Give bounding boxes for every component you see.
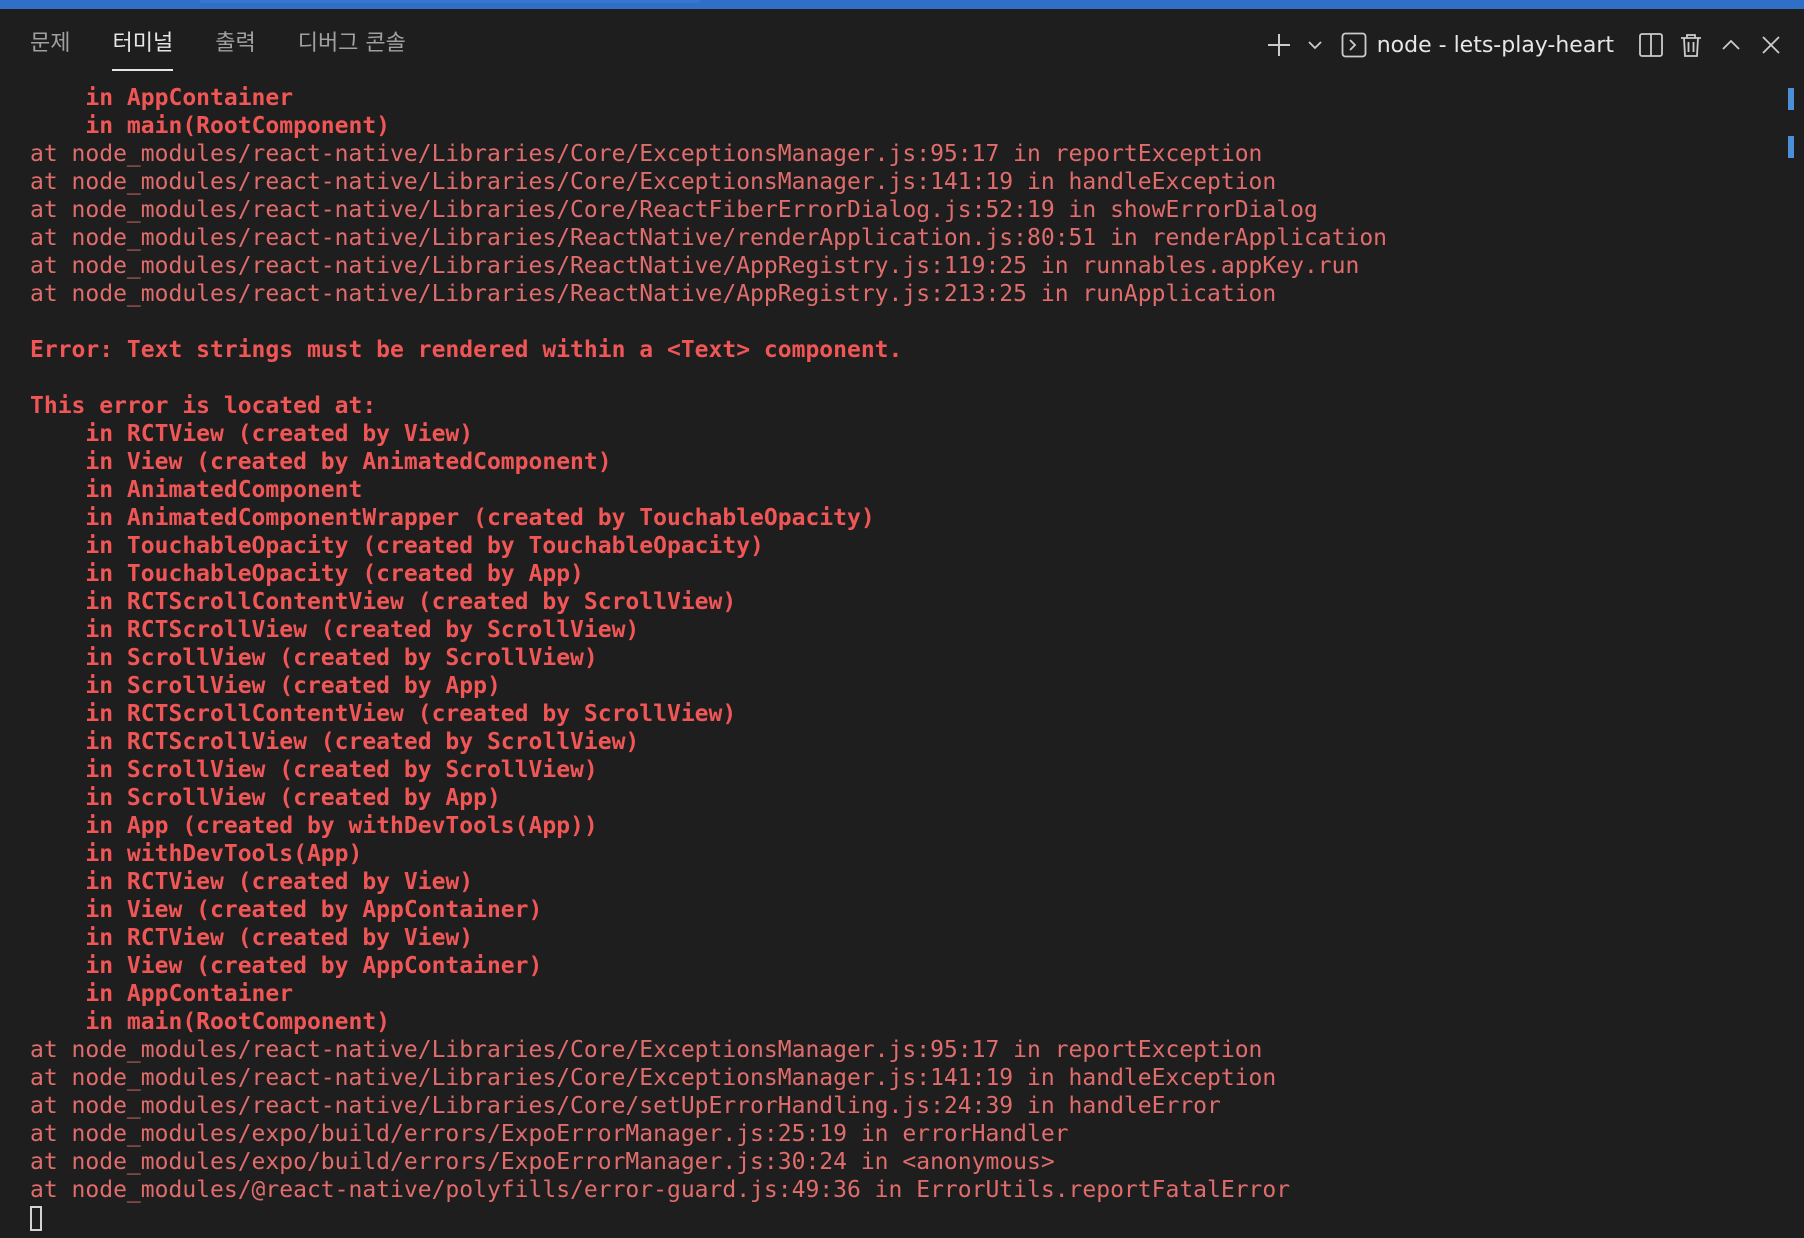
plus-icon bbox=[1267, 34, 1290, 56]
scrollbar[interactable] bbox=[1788, 84, 1796, 1238]
error-line: in RCTView (created by View) bbox=[30, 869, 474, 895]
stack-trace-line: at node_modules/react-native/Libraries/C… bbox=[30, 1065, 1277, 1091]
error-line: in ScrollView (created by ScrollView) bbox=[30, 645, 598, 671]
error-line: in ScrollView (created by App) bbox=[30, 785, 501, 811]
scrollbar-marker bbox=[1788, 136, 1794, 158]
stack-trace-line: at node_modules/react-native/Libraries/C… bbox=[30, 141, 1263, 167]
stack-trace-line: at node_modules/react-native/Libraries/C… bbox=[30, 1037, 1263, 1063]
error-line: This error is located at: bbox=[30, 393, 377, 419]
error-line: in RCTView (created by View) bbox=[30, 925, 474, 951]
terminal-dropdown-button[interactable] bbox=[1307, 37, 1323, 53]
split-icon bbox=[1639, 33, 1663, 57]
error-line: in App (created by withDevTools(App)) bbox=[30, 813, 598, 839]
stack-trace-line: at node_modules/react-native/Libraries/C… bbox=[30, 197, 1318, 223]
stack-trace-line: at node_modules/react-native/Libraries/C… bbox=[30, 169, 1277, 195]
terminal-lines: in AppContainer in main(RootComponent) at… bbox=[30, 84, 1770, 1204]
error-line: in ScrollView (created by ScrollView) bbox=[30, 757, 598, 783]
error-line: in RCTView (created by View) bbox=[30, 421, 474, 447]
terminal-output[interactable]: in AppContainer in main(RootComponent) at… bbox=[30, 84, 1770, 1238]
terminal-prompt-line bbox=[30, 1204, 1770, 1232]
terminal-cursor bbox=[30, 1206, 42, 1231]
error-line: in View (created by AppContainer) bbox=[30, 953, 543, 979]
error-line: in AnimatedComponent bbox=[30, 477, 363, 503]
stack-trace-line: at node_modules/react-native/Libraries/R… bbox=[30, 225, 1388, 251]
error-line: in AppContainer bbox=[30, 85, 294, 111]
accent-overlay bbox=[200, 0, 700, 3]
terminal-selector[interactable]: node - lets-play-heart bbox=[1341, 32, 1614, 58]
error-line: in main(RootComponent) bbox=[30, 1009, 391, 1035]
new-terminal-button[interactable] bbox=[1265, 31, 1293, 59]
panel-tabs: 문제 터미널 출력 디버그 콘솔 bbox=[30, 9, 406, 81]
terminal-title: node - lets-play-heart bbox=[1376, 32, 1614, 58]
trash-icon bbox=[1681, 34, 1701, 57]
error-line: in RCTScrollView (created by ScrollView) bbox=[30, 617, 640, 643]
panel-actions: node - lets-play-heart bbox=[1265, 9, 1784, 81]
panel-header: 문제 터미널 출력 디버그 콘솔 node - lets-play-heart bbox=[0, 9, 1804, 81]
stack-trace-line: at node_modules/expo/build/errors/ExpoEr… bbox=[30, 1149, 1055, 1175]
tab-terminal[interactable]: 터미널 bbox=[112, 9, 173, 81]
tab-debug-console[interactable]: 디버그 콘솔 bbox=[298, 9, 406, 81]
error-line: in TouchableOpacity (created by Touchabl… bbox=[30, 533, 764, 559]
error-line: in View (created by AnimatedComponent) bbox=[30, 449, 612, 475]
error-line: in ScrollView (created by App) bbox=[30, 673, 501, 699]
error-line: in TouchableOpacity (created by App) bbox=[30, 561, 584, 587]
error-line: in main(RootComponent) bbox=[30, 113, 391, 139]
stack-trace-line: at node_modules/react-native/Libraries/R… bbox=[30, 253, 1360, 279]
stack-trace-line: at node_modules/react-native/Libraries/C… bbox=[30, 1093, 1221, 1119]
chevron-up-icon bbox=[1722, 39, 1740, 50]
error-line: Error: Text strings must be rendered wit… bbox=[30, 337, 903, 363]
tab-output[interactable]: 출력 bbox=[215, 9, 255, 81]
error-line: in withDevTools(App) bbox=[30, 841, 363, 867]
terminal-icon bbox=[1341, 32, 1367, 58]
error-line: in RCTScrollContentView (created by Scro… bbox=[30, 701, 737, 727]
maximize-panel-button[interactable] bbox=[1718, 32, 1744, 58]
close-panel-button[interactable] bbox=[1758, 32, 1784, 58]
error-line: in RCTScrollContentView (created by Scro… bbox=[30, 589, 737, 615]
stack-trace-line: at node_modules/expo/build/errors/ExpoEr… bbox=[30, 1121, 1069, 1147]
error-line: in AppContainer bbox=[30, 981, 294, 1007]
error-line: in View (created by AppContainer) bbox=[30, 897, 543, 923]
split-terminal-button[interactable] bbox=[1638, 32, 1664, 58]
error-line: in RCTScrollView (created by ScrollView) bbox=[30, 729, 640, 755]
kill-terminal-button[interactable] bbox=[1678, 32, 1704, 58]
error-line: in AnimatedComponentWrapper (created by … bbox=[30, 505, 875, 531]
chevron-down-icon bbox=[1308, 41, 1322, 50]
top-accent-bar bbox=[0, 0, 1804, 9]
scrollbar-marker bbox=[1788, 88, 1794, 110]
tab-problems[interactable]: 문제 bbox=[30, 9, 70, 81]
stack-trace-line: at node_modules/@react-native/polyfills/… bbox=[30, 1177, 1291, 1203]
close-icon bbox=[1762, 36, 1780, 54]
stack-trace-line: at node_modules/react-native/Libraries/R… bbox=[30, 281, 1277, 307]
